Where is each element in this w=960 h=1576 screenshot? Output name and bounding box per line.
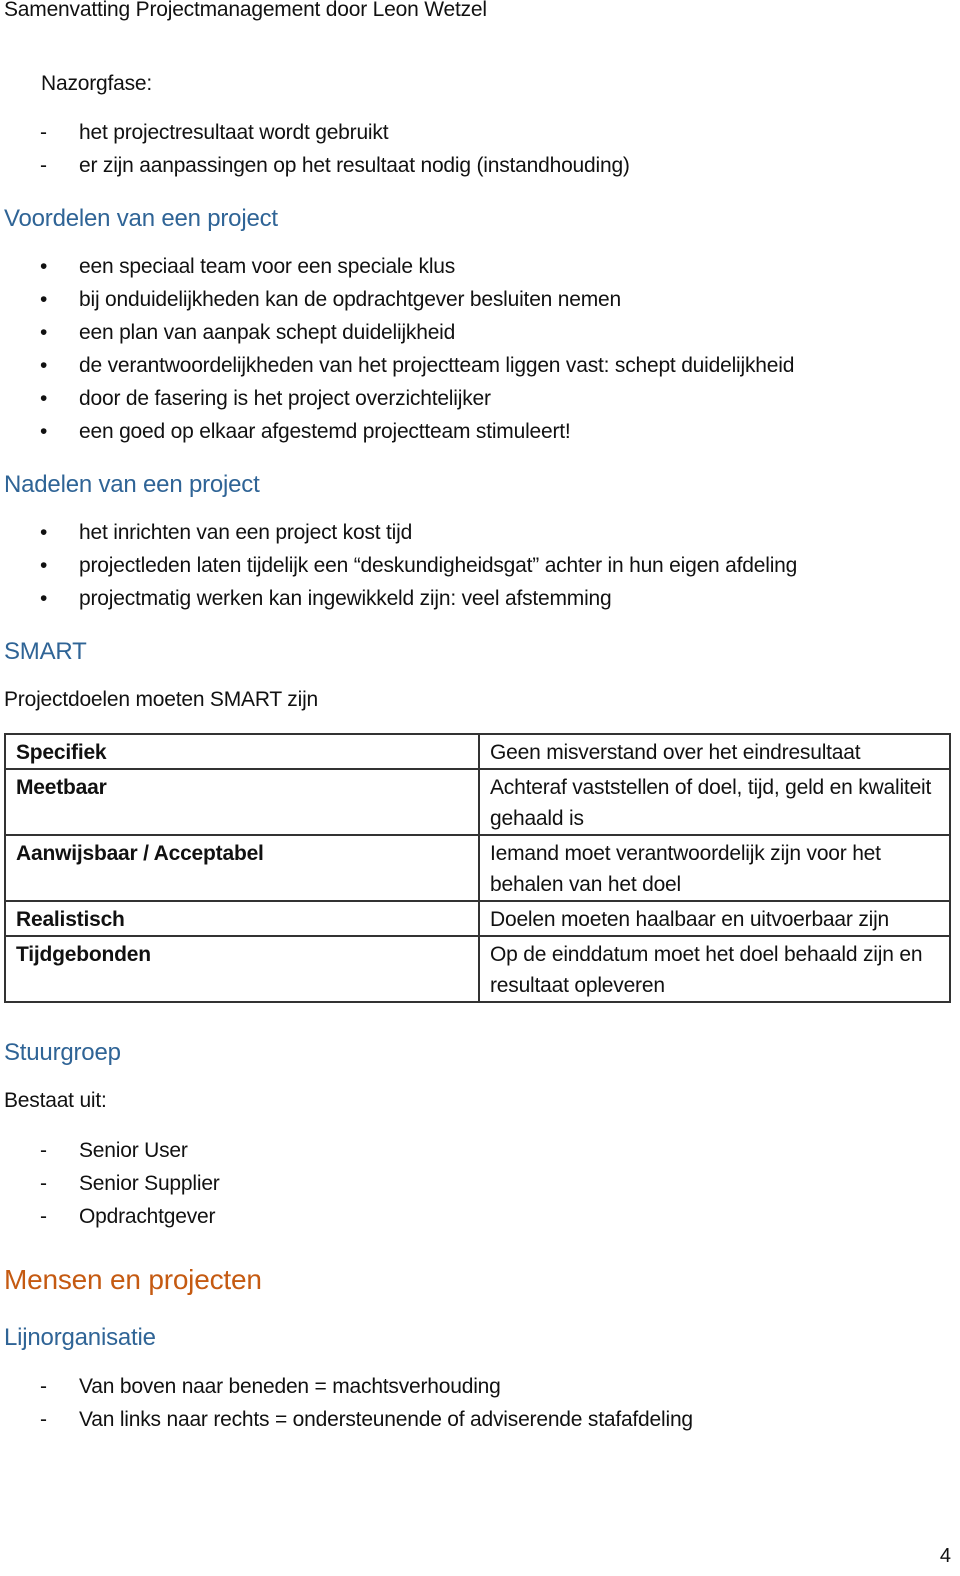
bullet-icon: • xyxy=(40,587,48,610)
list-item-text: Opdrachtgever xyxy=(79,1205,216,1228)
list-item: - Van links naar rechts = ondersteunende… xyxy=(0,1408,960,1436)
bullet-icon: • xyxy=(40,354,48,377)
list-item-text: Senior Supplier xyxy=(79,1172,220,1195)
list-item-text: er zijn aanpassingen op het resultaat no… xyxy=(79,154,630,177)
table-row: Specifiek Geen misverstand over het eind… xyxy=(4,733,951,770)
list-item: • projectmatig werken kan ingewikkeld zi… xyxy=(0,587,960,615)
list-item-text: door de fasering is het project overzich… xyxy=(79,387,491,410)
bullet-icon: • xyxy=(40,521,48,544)
list-item-text: Van links naar rechts = ondersteunende o… xyxy=(79,1408,693,1431)
list-item: • een speciaal team voor een speciale kl… xyxy=(0,255,960,283)
list-item: • een plan van aanpak schept duidelijkhe… xyxy=(0,321,960,349)
document-header: Samenvatting Projectmanagement door Leon… xyxy=(4,0,487,21)
bullet-icon: • xyxy=(40,255,48,278)
list-item-text: Van boven naar beneden = machtsverhoudin… xyxy=(79,1375,501,1398)
list-item: - Senior Supplier xyxy=(0,1172,960,1200)
dash-marker: - xyxy=(40,121,47,144)
dash-marker: - xyxy=(40,1205,47,1228)
bullet-icon: • xyxy=(40,321,48,344)
dash-marker: - xyxy=(40,1375,47,1398)
list-item-text: bij onduidelijkheden kan de opdrachtgeve… xyxy=(79,288,621,311)
nadelen-heading: Nadelen van een project xyxy=(4,471,260,498)
list-item: - Opdrachtgever xyxy=(0,1205,960,1233)
nazorgfase-label: Nazorgfase: xyxy=(41,72,153,95)
list-item: • bij onduidelijkheden kan de opdrachtge… xyxy=(0,288,960,316)
list-item-text: een goed op elkaar afgestemd projectteam… xyxy=(79,420,571,443)
list-item-text: de verantwoordelijkheden van het project… xyxy=(79,354,795,377)
stuurgroep-heading: Stuurgroep xyxy=(4,1039,121,1066)
list-item: • de verantwoordelijkheden van het proje… xyxy=(0,354,960,382)
smart-description: Doelen moeten haalbaar en uitvoerbaar zi… xyxy=(478,900,951,937)
smart-term: Aanwijsbaar / Acceptabel xyxy=(4,834,480,902)
list-item: • projectleden laten tijdelijk een “desk… xyxy=(0,554,960,582)
smart-intro: Projectdoelen moeten SMART zijn xyxy=(4,688,319,711)
dash-marker: - xyxy=(40,1139,47,1162)
list-item: - er zijn aanpassingen op het resultaat … xyxy=(0,154,960,182)
dash-marker: - xyxy=(40,1408,47,1431)
dash-marker: - xyxy=(40,154,47,177)
smart-description: Op de einddatum moet het doel behaald zi… xyxy=(478,935,951,1003)
dash-marker: - xyxy=(40,1172,47,1195)
list-item-text: het inrichten van een project kost tijd xyxy=(79,521,413,544)
mensen-heading: Mensen en projecten xyxy=(4,1264,262,1295)
list-item-text: een speciaal team voor een speciale klus xyxy=(79,255,456,278)
smart-description: Geen misverstand over het eindresultaat xyxy=(478,733,951,770)
list-item-text: projectmatig werken kan ingewikkeld zijn… xyxy=(79,587,612,610)
stuurgroep-intro: Bestaat uit: xyxy=(4,1089,107,1112)
list-item-text: Senior User xyxy=(79,1139,188,1162)
list-item: • door de fasering is het project overzi… xyxy=(0,387,960,415)
smart-term: Meetbaar xyxy=(4,768,480,836)
bullet-icon: • xyxy=(40,420,48,443)
list-item-text: een plan van aanpak schept duidelijkheid xyxy=(79,321,456,344)
list-item: • het inrichten van een project kost tij… xyxy=(0,521,960,549)
bullet-icon: • xyxy=(40,288,48,311)
table-row: Aanwijsbaar / Acceptabel Iemand moet ver… xyxy=(4,834,951,902)
table-row: Realistisch Doelen moeten haalbaar en ui… xyxy=(4,900,951,937)
table-row: Tijdgebonden Op de einddatum moet het do… xyxy=(4,935,951,1003)
list-item-text: projectleden laten tijdelijk een “deskun… xyxy=(79,554,798,577)
smart-heading: SMART xyxy=(4,638,87,665)
smart-description: Iemand moet verantwoordelijk zijn voor h… xyxy=(478,834,951,902)
smart-term: Tijdgebonden xyxy=(4,935,480,1003)
smart-table: Specifiek Geen misverstand over het eind… xyxy=(4,733,951,1003)
list-item-text: het projectresultaat wordt gebruikt xyxy=(79,121,389,144)
list-item: - Van boven naar beneden = machtsverhoud… xyxy=(0,1375,960,1403)
page-number: 4 xyxy=(939,1545,951,1567)
list-item: - het projectresultaat wordt gebruikt xyxy=(0,121,960,149)
bullet-icon: • xyxy=(40,554,48,577)
list-item: • een goed op elkaar afgestemd projectte… xyxy=(0,420,960,448)
smart-description: Achteraf vaststellen of doel, tijd, geld… xyxy=(478,768,951,836)
list-item: - Senior User xyxy=(0,1139,960,1167)
table-row: Meetbaar Achteraf vaststellen of doel, t… xyxy=(4,768,951,836)
smart-term: Specifiek xyxy=(4,733,480,770)
bullet-icon: • xyxy=(40,387,48,410)
voordelen-heading: Voordelen van een project xyxy=(4,205,278,232)
lijnorganisatie-heading: Lijnorganisatie xyxy=(4,1324,156,1351)
smart-term: Realistisch xyxy=(4,900,480,937)
